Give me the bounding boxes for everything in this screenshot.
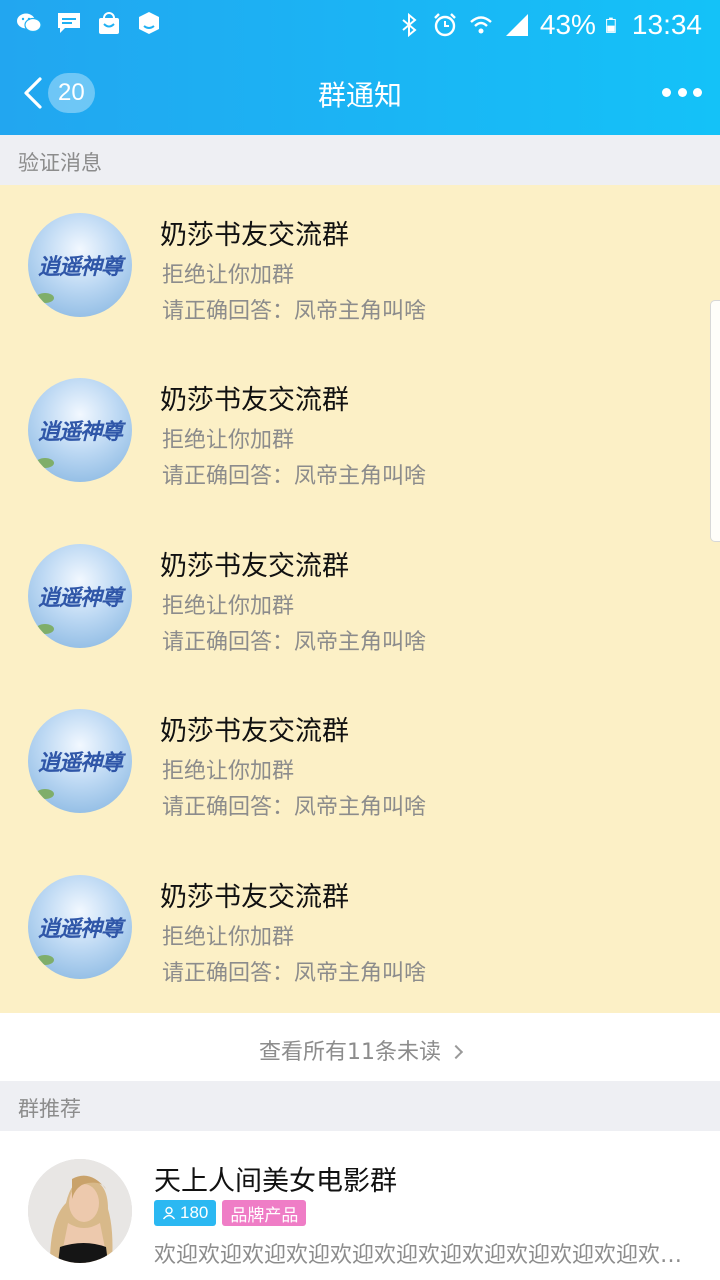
nav-bar: 20 群通知 (0, 52, 720, 134)
verify-message-item[interactable]: 逍遥神尊 奶莎书友交流群 拒绝让你加群 请正确回答：凤帝主角叫啥 (0, 350, 720, 515)
group-tags: 180 品牌产品 (154, 1200, 307, 1226)
chevron-right-icon (448, 1044, 464, 1060)
view-all-label: 查看所有11条未读 (259, 1034, 464, 1066)
avatar-logo-text: 逍遥神尊 (37, 585, 123, 611)
group-avatar (28, 1159, 132, 1263)
avatar-logo-text: 逍遥神尊 (37, 916, 123, 942)
shopping-bag-icon (99, 12, 119, 34)
request-status: 拒绝让你加群 (162, 263, 295, 288)
top-bar: 43% 13:34 20 群通知 (0, 0, 720, 135)
verification-question: 请正确回答：凤帝主角叫啥 (162, 630, 427, 655)
recommended-group-item[interactable]: 天上人间美女电影群 180 品牌产品 欢迎欢迎欢迎欢迎欢迎欢迎欢迎欢迎欢迎欢迎欢… (0, 1131, 720, 1280)
verification-question: 请正确回答：凤帝主角叫啥 (162, 961, 427, 986)
group-avatar: 逍遥神尊 (28, 378, 132, 482)
view-all-unread-link[interactable]: 查看所有11条未读 (0, 1013, 720, 1081)
request-status: 拒绝让你加群 (162, 428, 295, 453)
system-status: 43% 13:34 (396, 6, 702, 44)
group-description: 欢迎欢迎欢迎欢迎欢迎欢迎欢迎欢迎欢迎欢迎欢迎欢迎... (154, 1243, 694, 1268)
recommend-section-header: 群推荐 (0, 1081, 720, 1131)
message-icon (58, 13, 80, 33)
request-status: 拒绝让你加群 (162, 925, 295, 950)
notification-icons (16, 10, 162, 36)
wechat-icon (17, 13, 42, 33)
group-name: 天上人间美女电影群 (154, 1166, 397, 1197)
wifi-icon (470, 16, 492, 34)
brand-product-badge: 品牌产品 (222, 1200, 307, 1226)
group-avatar: 逍遥神尊 (28, 544, 132, 648)
qq-icon (139, 12, 159, 34)
verify-section-header: 验证消息 (0, 135, 720, 185)
verify-message-item[interactable]: 逍遥神尊 奶莎书友交流群 拒绝让你加群 请正确回答：凤帝主角叫啥 (0, 185, 720, 350)
battery-icon (606, 17, 616, 33)
group-name: 奶莎书友交流群 (160, 882, 349, 913)
section-title: 验证消息 (18, 151, 102, 175)
group-name: 奶莎书友交流群 (160, 551, 349, 582)
member-count-badge: 180 (154, 1200, 217, 1226)
group-name: 奶莎书友交流群 (160, 716, 349, 747)
avatar-logo-text: 逍遥神尊 (37, 419, 123, 445)
group-avatar: 逍遥神尊 (28, 709, 132, 813)
person-icon (162, 1206, 176, 1220)
bluetooth-icon (402, 12, 417, 38)
avatar-logo-text: 逍遥神尊 (37, 254, 123, 280)
page-title: 群通知 (317, 79, 402, 112)
request-status: 拒绝让你加群 (162, 594, 295, 619)
more-options-button[interactable] (662, 80, 702, 104)
signal-icon (505, 14, 528, 36)
verification-question: 请正确回答：凤帝主角叫啥 (162, 464, 427, 489)
verify-message-item[interactable]: 逍遥神尊 奶莎书友交流群 拒绝让你加群 请正确回答：凤帝主角叫啥 (0, 516, 720, 681)
scrollbar[interactable] (710, 300, 720, 542)
verify-message-item[interactable]: 逍遥神尊 奶莎书友交流群 拒绝让你加群 请正确回答：凤帝主角叫啥 (0, 681, 720, 846)
group-name: 奶莎书友交流群 (160, 385, 349, 416)
portrait-image (28, 1159, 132, 1263)
dot-icon (693, 87, 702, 97)
verification-question: 请正确回答：凤帝主角叫啥 (162, 795, 427, 820)
group-name: 奶莎书友交流群 (160, 220, 349, 251)
avatar-logo-text: 逍遥神尊 (37, 750, 123, 776)
dot-icon (662, 87, 671, 97)
request-status: 拒绝让你加群 (162, 759, 295, 784)
verify-message-list: 逍遥神尊 奶莎书友交流群 拒绝让你加群 请正确回答：凤帝主角叫啥 逍遥神尊 奶莎… (0, 185, 720, 1013)
verification-question: 请正确回答：凤帝主角叫啥 (162, 299, 427, 324)
group-avatar: 逍遥神尊 (28, 875, 132, 979)
verify-message-item[interactable]: 逍遥神尊 奶莎书友交流群 拒绝让你加群 请正确回答：凤帝主角叫啥 (0, 847, 720, 1012)
group-avatar: 逍遥神尊 (28, 213, 132, 317)
clock: 13:34 (631, 9, 702, 40)
status-bar: 43% 13:34 (0, 0, 720, 50)
battery-percent: 43% (539, 9, 596, 40)
dot-icon (677, 87, 687, 97)
alarm-icon (434, 13, 456, 37)
section-title: 群推荐 (18, 1097, 81, 1121)
